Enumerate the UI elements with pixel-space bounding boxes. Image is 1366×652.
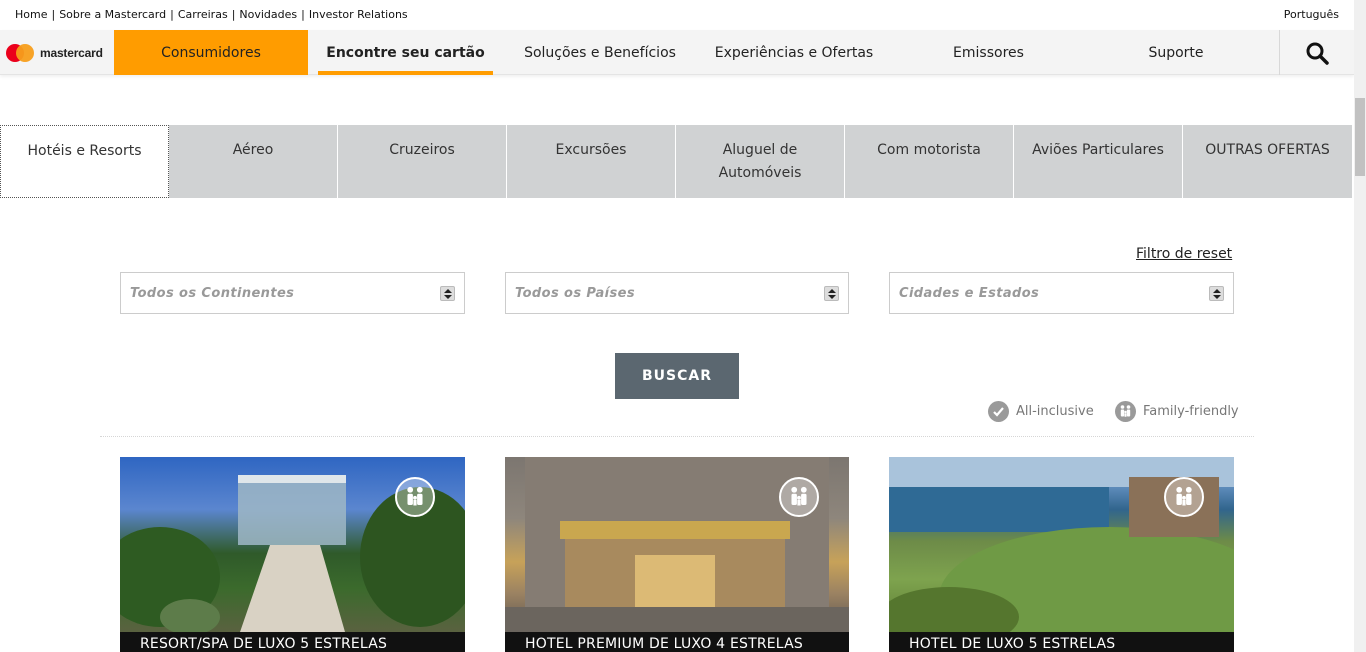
city-select[interactable]: Cidades e Estados (889, 272, 1234, 314)
tab-chauffeur[interactable]: Com motorista (845, 125, 1014, 198)
family-friendly-badge (1164, 477, 1204, 517)
language-selector[interactable]: Português (1284, 8, 1339, 21)
family-icon (407, 486, 423, 506)
scrollbar-thumb[interactable] (1355, 98, 1365, 176)
link-careers[interactable]: Carreiras (178, 8, 228, 21)
link-news[interactable]: Novidades (239, 8, 297, 21)
tab-hotels-resorts[interactable]: Hotéis e Resorts (0, 125, 169, 198)
hotel-card[interactable]: HOTEL DE LUXO 5 ESTRELAS (889, 457, 1234, 652)
active-underline (318, 71, 493, 75)
nav-issuers[interactable]: Emissores (900, 30, 1077, 75)
reset-filter-link[interactable]: Filtro de reset (1136, 246, 1232, 262)
continent-select[interactable]: Todos os Continentes (120, 272, 465, 314)
mastercard-logo[interactable]: mastercard (6, 43, 103, 63)
country-select-value: Todos os Países (515, 286, 636, 301)
separator: | (170, 8, 174, 21)
tab-air[interactable]: Aéreo (169, 125, 338, 198)
separator: | (301, 8, 305, 21)
tab-other-offers[interactable]: OUTRAS OFERTAS (1183, 125, 1352, 198)
checkmark-icon (988, 401, 1009, 422)
search-icon (1306, 42, 1329, 65)
family-friendly-badge (779, 477, 819, 517)
search-submit-button[interactable]: BUSCAR (615, 353, 739, 399)
link-investor-relations[interactable]: Investor Relations (309, 8, 408, 21)
hotel-caption[interactable]: RESORT/SPA DE LUXO 5 ESTRELAS (120, 632, 465, 652)
section-divider (100, 436, 1254, 437)
hotel-card[interactable]: HOTEL PREMIUM DE LUXO 4 ESTRELAS (505, 457, 849, 652)
link-home[interactable]: Home (15, 8, 47, 21)
nav-consumers[interactable]: Consumidores (114, 30, 308, 75)
family-icon (1115, 401, 1136, 422)
nav-support[interactable]: Suporte (1090, 30, 1262, 75)
tab-car-rental[interactable]: Aluguel de Automóveis (676, 125, 845, 198)
nav-find-card-label: Encontre seu cartão (326, 44, 485, 61)
logo-orange-circle (16, 44, 34, 62)
category-tabs: Hotéis e Resorts Aéreo Cruzeiros Excursõ… (0, 125, 1354, 198)
utility-links: Home | Sobre a Mastercard | Carreiras | … (15, 8, 408, 21)
legend-all-inclusive: All-inclusive (988, 401, 1094, 422)
legend-family-friendly: Family-friendly (1115, 401, 1239, 422)
link-about[interactable]: Sobre a Mastercard (59, 8, 166, 21)
hotel-caption[interactable]: HOTEL PREMIUM DE LUXO 4 ESTRELAS (505, 632, 849, 652)
tab-private-jets[interactable]: Aviões Particulares (1014, 125, 1183, 198)
search-button[interactable] (1279, 30, 1354, 75)
continent-select-value: Todos os Continentes (130, 286, 295, 301)
tab-cruises[interactable]: Cruzeiros (338, 125, 507, 198)
page-scrollbar[interactable] (1354, 0, 1366, 652)
utility-bar: Home | Sobre a Mastercard | Carreiras | … (0, 0, 1354, 30)
family-icon (791, 486, 807, 506)
separator: | (231, 8, 236, 21)
hotel-caption[interactable]: HOTEL DE LUXO 5 ESTRELAS (889, 632, 1234, 652)
city-select-value: Cidades e Estados (899, 286, 1040, 301)
family-friendly-badge (395, 477, 435, 517)
nav-solutions[interactable]: Soluções e Benefícios (510, 30, 690, 75)
updown-arrow-icon (440, 286, 455, 301)
updown-arrow-icon (1209, 286, 1224, 301)
separator: | (51, 8, 56, 21)
updown-arrow-icon (824, 286, 839, 301)
country-select[interactable]: Todos os Países (505, 272, 849, 314)
nav-find-card[interactable]: Encontre seu cartão (318, 30, 493, 75)
nav-experiences[interactable]: Experiências e Ofertas (703, 30, 885, 75)
logo-wordmark: mastercard (40, 46, 103, 60)
legend-all-inclusive-label: All-inclusive (1016, 404, 1094, 419)
hotel-card[interactable]: RESORT/SPA DE LUXO 5 ESTRELAS (120, 457, 465, 652)
family-icon (1176, 486, 1192, 506)
main-nav: mastercard Consumidores Encontre seu car… (0, 30, 1354, 75)
legend-family-friendly-label: Family-friendly (1143, 404, 1239, 419)
tab-tours[interactable]: Excursões (507, 125, 676, 198)
